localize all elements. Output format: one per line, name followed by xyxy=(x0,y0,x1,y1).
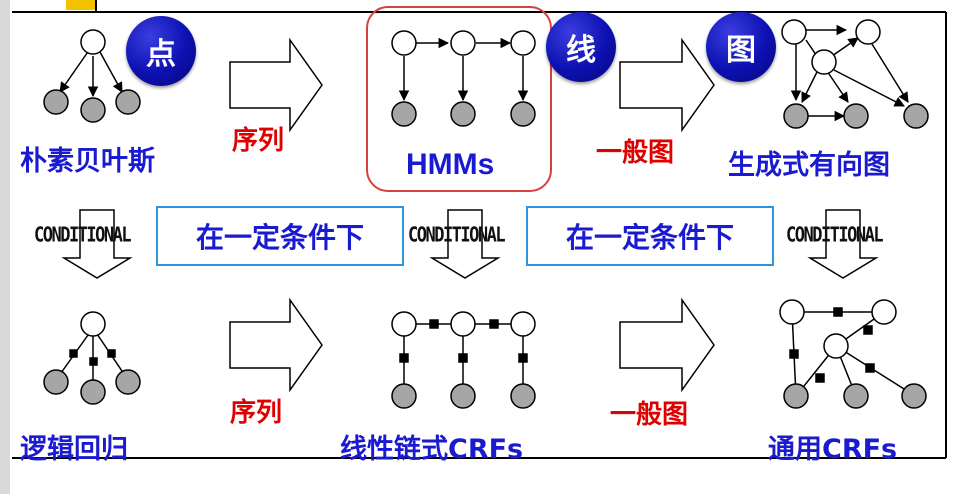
badge-line: 线 xyxy=(546,12,616,82)
condition-box-2: 在一定条件下 xyxy=(526,206,774,266)
naive-bayes-child-node xyxy=(43,89,69,115)
label-sequence-bottom: 序列 xyxy=(230,398,283,428)
bottom-arrow-2 xyxy=(619,297,715,393)
label-general-graph-top: 一般图 xyxy=(596,138,675,168)
linear-chain-crf-graph xyxy=(391,311,536,409)
logistic-regression-graph xyxy=(43,311,141,405)
label-general-crfs: 通用CRFs xyxy=(768,434,898,465)
general-crf-graph xyxy=(779,299,927,409)
diagram-canvas: 点 线 图 朴素贝叶斯 序列 HMMs 一般图 生成式有向图 CONDITION… xyxy=(0,0,954,494)
label-general-graph-bottom: 一般图 xyxy=(610,400,689,430)
left-gray-strip xyxy=(0,0,10,494)
naive-bayes-child-node xyxy=(80,97,106,123)
naive-bayes-child-node xyxy=(115,89,141,115)
label-conditional-2: CONDITIONAL xyxy=(408,223,506,248)
label-conditional-3: CONDITIONAL xyxy=(786,223,884,248)
corner-yellow-block xyxy=(66,0,96,10)
label-conditional-1: CONDITIONAL xyxy=(34,223,132,248)
top-arrow-1 xyxy=(229,37,323,133)
label-naive-bayes: 朴素贝叶斯 xyxy=(20,146,155,177)
bottom-arrow-1 xyxy=(229,297,323,393)
label-logistic-regression: 逻辑回归 xyxy=(20,434,128,465)
badge-graph: 图 xyxy=(706,12,776,82)
badge-point: 点 xyxy=(126,16,196,86)
directed-graph xyxy=(781,19,929,129)
naive-bayes-parent-node xyxy=(80,29,106,55)
top-arrow-2 xyxy=(619,37,715,133)
label-generative-directed: 生成式有向图 xyxy=(728,150,890,181)
condition-box-1: 在一定条件下 xyxy=(156,206,404,266)
label-hmms: HMMs xyxy=(406,148,495,181)
label-linear-chain-crfs: 线性链式CRFs xyxy=(340,434,524,465)
label-sequence-top: 序列 xyxy=(232,126,285,156)
